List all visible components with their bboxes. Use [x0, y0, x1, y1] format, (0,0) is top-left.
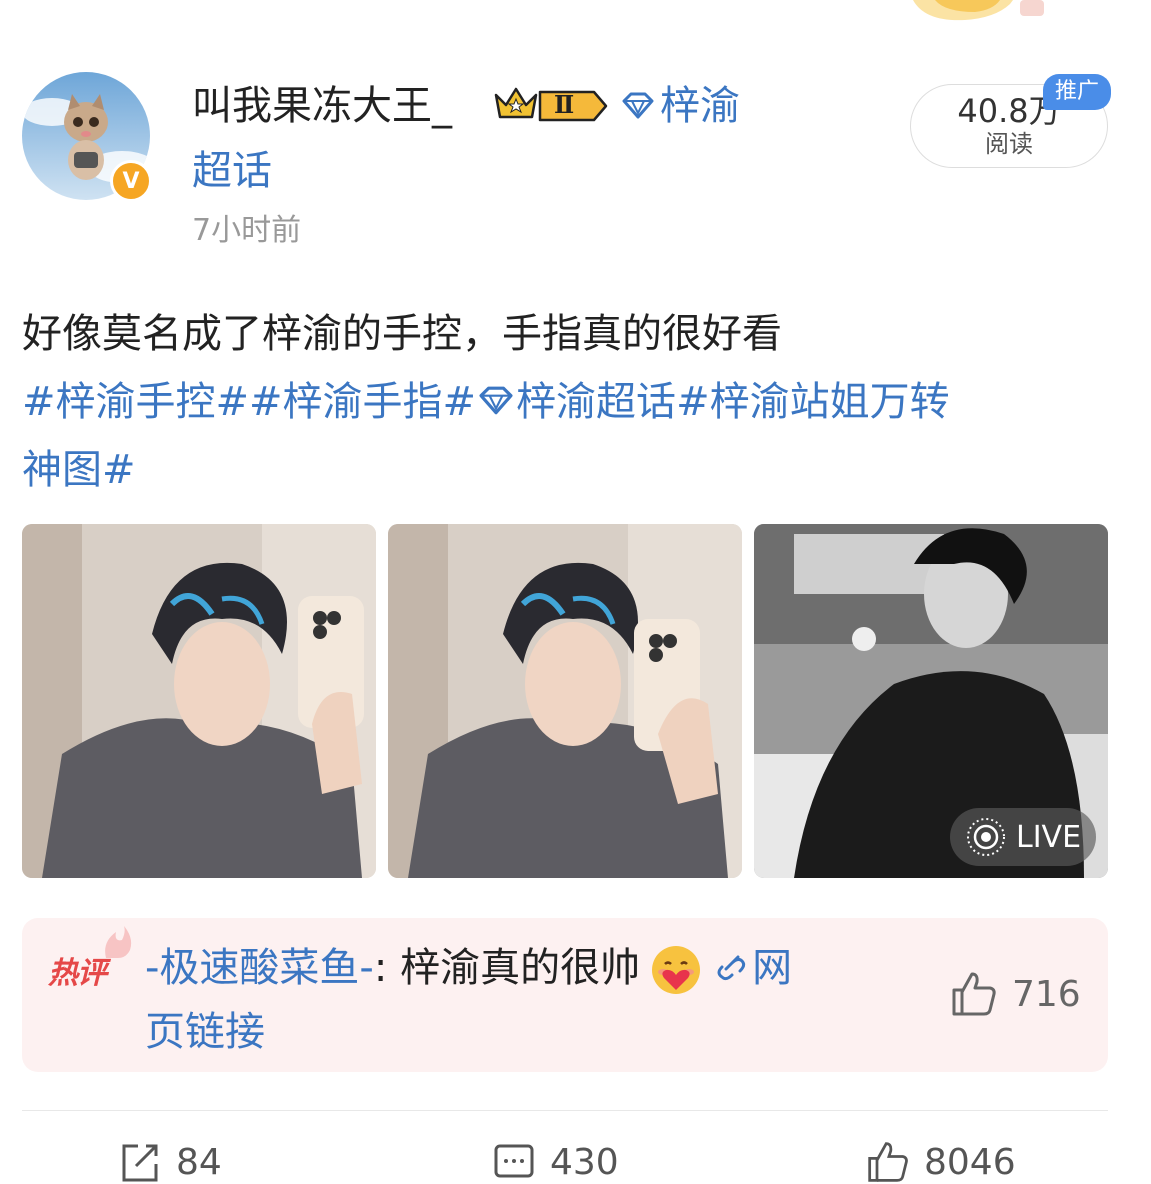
live-label: LIVE	[1016, 819, 1082, 855]
diamond-icon	[622, 92, 654, 119]
live-photo-icon	[967, 818, 1005, 856]
hashtag-link[interactable]: #梓渝手控#	[22, 379, 249, 425]
supertopic-label[interactable]: 超话	[192, 145, 272, 197]
repost-icon	[122, 1144, 158, 1182]
repost-button[interactable]: 84	[118, 1140, 222, 1184]
post-time: 7小时前	[192, 213, 302, 248]
comment-like-button[interactable]: 716	[950, 970, 1081, 1018]
photo-selfie-1	[22, 524, 376, 878]
supertopic-hashtag[interactable]: 梓渝超话	[476, 379, 676, 425]
diamond-icon	[479, 386, 513, 415]
web-link-label: 网	[752, 945, 793, 991]
comment-like-count: 716	[1012, 973, 1081, 1015]
divider	[22, 1110, 1108, 1111]
thumbs-up-icon	[952, 972, 996, 1016]
comment-count: 430	[550, 1141, 619, 1183]
like-icon	[868, 1142, 908, 1182]
web-link[interactable]: 网	[712, 945, 792, 991]
supertopic-hashtag-label: 梓渝超话	[516, 379, 677, 425]
comment-button[interactable]: 430	[492, 1140, 619, 1184]
hashtag-link[interactable]: #梓渝站姐万转	[676, 379, 950, 425]
hashtag-link[interactable]: #梓渝手指#	[249, 379, 476, 425]
hashtag-link-cont[interactable]: 神图#	[22, 447, 136, 493]
supertopic-name: 梓渝	[660, 83, 740, 129]
crown-icon	[494, 87, 538, 119]
supertopic-link[interactable]: 梓渝	[620, 80, 740, 132]
link-icon	[717, 955, 746, 981]
post-body: 好像莫名成了梓渝的手控，手指真的很好看 #梓渝手控##梓渝手指# 梓渝超话#梓渝站…	[22, 300, 1112, 504]
verified-badge-icon: V	[110, 160, 152, 202]
comment-username[interactable]: -极速酸菜鱼-	[145, 945, 374, 991]
read-label: 阅读	[985, 130, 1033, 158]
comment-separator: :	[373, 945, 401, 991]
photo-selfie-2	[388, 524, 742, 878]
live-photo-badge[interactable]: LIVE	[950, 808, 1096, 866]
hot-comment-text: -极速酸菜鱼-: 梓渝真的很帅 网 页链接	[145, 936, 905, 1064]
heart-hug-emoji-icon	[652, 946, 701, 994]
like-button[interactable]: 8046	[866, 1140, 1016, 1184]
verified-mark: V	[122, 168, 140, 194]
web-link-cont[interactable]: 页链接	[145, 1009, 265, 1055]
level-text: Ⅱ	[554, 90, 575, 119]
hot-comment-label: 热评	[48, 956, 107, 991]
post-image[interactable]	[388, 524, 742, 878]
repost-count: 84	[176, 1141, 222, 1183]
comment-icon	[494, 1144, 534, 1178]
like-count: 8046	[924, 1141, 1016, 1183]
post-image[interactable]	[22, 524, 376, 878]
comment-content: 梓渝真的很帅	[400, 945, 641, 991]
top-sticker-decoration	[913, 0, 1044, 21]
promo-badge[interactable]: 推广	[1043, 74, 1111, 110]
post-text: 好像莫名成了梓渝的手控，手指真的很好看	[22, 311, 782, 357]
level-badge: Ⅱ	[538, 88, 608, 124]
author-name[interactable]: 叫我果冻大王_	[192, 80, 452, 132]
